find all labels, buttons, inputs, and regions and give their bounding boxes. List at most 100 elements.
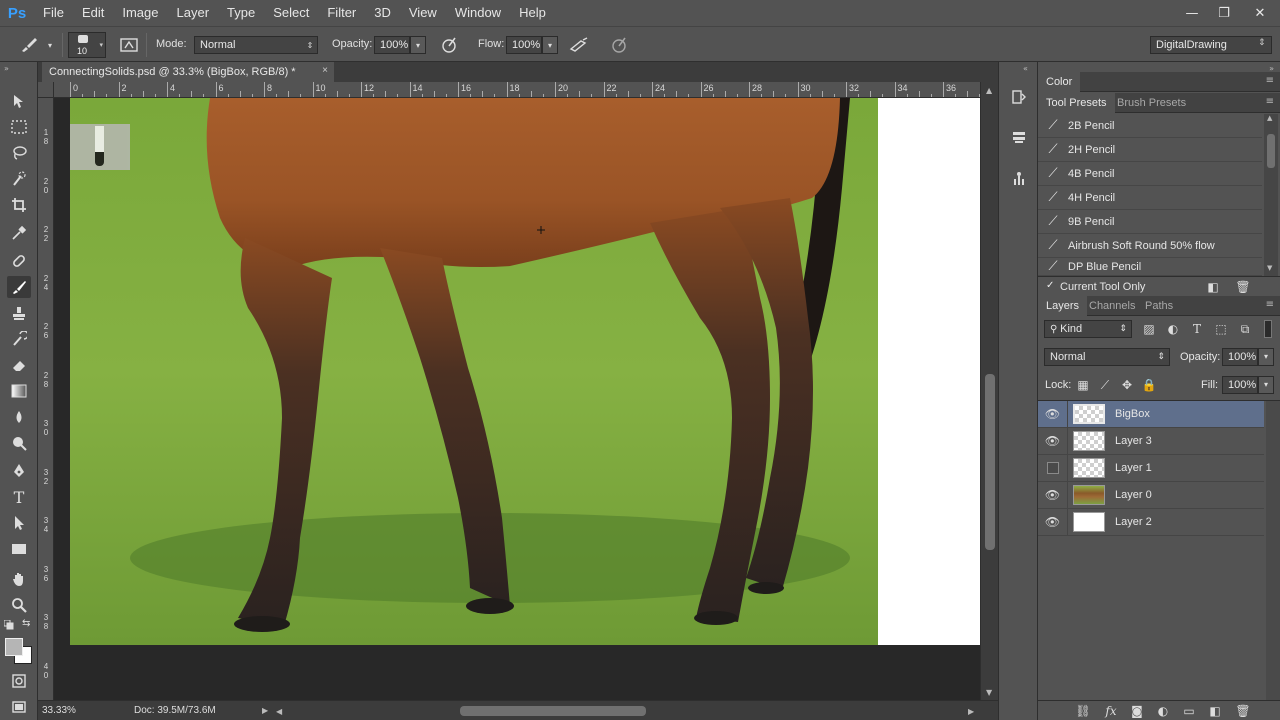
fill-input[interactable]: 100%: [1222, 376, 1258, 394]
restore-button[interactable]: ❐: [1208, 0, 1240, 26]
menu-help[interactable]: Help: [510, 0, 555, 26]
menu-type[interactable]: Type: [218, 0, 264, 26]
layer-opacity-dropdown[interactable]: ▾: [1258, 348, 1274, 366]
lock-pixels-icon[interactable]: ⟋: [1096, 376, 1114, 394]
filter-toggle[interactable]: [1264, 320, 1272, 338]
list-item[interactable]: ⟋ 9B Pencil: [1038, 210, 1262, 234]
lasso-tool-icon[interactable]: [7, 142, 31, 164]
path-selection-tool-icon[interactable]: [7, 512, 31, 534]
clone-stamp-tool-icon[interactable]: [7, 302, 31, 324]
opacity-input[interactable]: 100%: [374, 36, 410, 54]
pressure-size-icon[interactable]: [608, 35, 630, 55]
eye-icon[interactable]: 👁: [1038, 400, 1068, 428]
menu-window[interactable]: Window: [446, 0, 510, 26]
document-tab[interactable]: ConnectingSolids.psd @ 33.3% (BigBox, RG…: [42, 62, 334, 82]
toolbar-collapse-icon[interactable]: »: [4, 64, 9, 73]
tab-layers[interactable]: Layers: [1038, 296, 1088, 316]
eye-icon[interactable]: 👁: [1038, 427, 1068, 455]
fill-dropdown[interactable]: ▾: [1258, 376, 1274, 394]
layer-name[interactable]: Layer 0: [1115, 489, 1152, 501]
menu-3d[interactable]: 3D: [365, 0, 400, 26]
filter-type-icon[interactable]: T: [1188, 320, 1206, 338]
eye-icon[interactable]: 👁: [1038, 508, 1068, 536]
mode-select-arrow[interactable]: ⇕: [302, 36, 318, 54]
tab-channels[interactable]: Channels: [1081, 296, 1143, 316]
healing-brush-tool-icon[interactable]: [7, 250, 31, 272]
history-brush-tool-icon[interactable]: [7, 328, 31, 350]
flow-input[interactable]: 100%: [506, 36, 542, 54]
layers-scroll-track[interactable]: [1266, 401, 1280, 701]
workspace-select[interactable]: DigitalDrawing: [1150, 36, 1272, 54]
flow-dropdown[interactable]: ▾: [542, 36, 558, 54]
layer-row[interactable]: 👁 Layer 2: [1038, 508, 1264, 536]
panel-menu-icon[interactable]: ≡: [1266, 96, 1274, 107]
filter-pixel-icon[interactable]: ▨: [1140, 320, 1158, 338]
marquee-tool-icon[interactable]: [7, 116, 31, 138]
lock-position-icon[interactable]: ✥: [1118, 376, 1136, 394]
delete-preset-icon[interactable]: 🗑: [1234, 278, 1252, 296]
presets-scrollbar[interactable]: ▲ ▼: [1264, 114, 1278, 276]
horizontal-scroll-thumb[interactable]: [460, 706, 646, 716]
vertical-ruler[interactable]: 1 8 2 0 2 2 2 4 2 6 2 8 3 0 3 2 3 4 3 6 3 8 4 0: [38, 98, 54, 700]
dock-collapse-icon[interactable]: «: [1023, 64, 1028, 73]
brush-tool-icon[interactable]: [7, 276, 31, 298]
layer-name[interactable]: Layer 1: [1115, 462, 1152, 474]
layer-kind-filter[interactable]: ⚲ Kind ⇕: [1044, 320, 1132, 338]
panel-menu-icon[interactable]: ≡: [1266, 299, 1274, 310]
crop-tool-icon[interactable]: [7, 194, 31, 216]
gradient-tool-icon[interactable]: [7, 380, 31, 402]
default-colors-icon[interactable]: [3, 619, 14, 630]
menu-file[interactable]: File: [34, 0, 73, 26]
adjustment-layer-icon[interactable]: ◐: [1154, 702, 1172, 720]
menu-filter[interactable]: Filter: [318, 0, 365, 26]
layer-name[interactable]: Layer 3: [1115, 435, 1152, 447]
menu-image[interactable]: Image: [113, 0, 167, 26]
list-item[interactable]: ⟋ 2B Pencil: [1038, 114, 1262, 138]
brush-panel-toggle-icon[interactable]: [118, 35, 140, 55]
scroll-down-icon[interactable]: ▼: [986, 688, 992, 697]
list-item[interactable]: ⟋ Airbrush Soft Round 50% flow: [1038, 234, 1262, 258]
minimize-button[interactable]: —: [1176, 0, 1208, 26]
scroll-up-icon[interactable]: ▲: [986, 86, 992, 95]
presets-scroll-thumb[interactable]: [1267, 134, 1275, 168]
new-group-icon[interactable]: ▭: [1180, 702, 1198, 720]
mode-select[interactable]: Normal: [194, 36, 318, 54]
menu-select[interactable]: Select: [264, 0, 318, 26]
opacity-dropdown[interactable]: ▾: [410, 36, 426, 54]
close-button[interactable]: ✕: [1240, 0, 1280, 26]
tab-tool-presets[interactable]: Tool Presets: [1038, 93, 1115, 113]
close-document-icon[interactable]: ×: [322, 65, 328, 76]
hidden-visibility-box[interactable]: [1038, 454, 1068, 482]
horizontal-ruler[interactable]: 0 2 4 6 8 10 12 14 16 18 20 22 24 26 28 30 32 34 36: [54, 82, 980, 98]
tab-paths[interactable]: Paths: [1137, 296, 1181, 316]
layer-row[interactable]: 👁 BigBox: [1038, 400, 1264, 428]
link-layers-icon[interactable]: ⛓: [1074, 702, 1092, 720]
lock-transparency-icon[interactable]: ▦: [1074, 376, 1092, 394]
layer-row[interactable]: 👁 Layer 3: [1038, 427, 1264, 455]
zoom-tool-icon[interactable]: [7, 594, 31, 616]
new-layer-icon[interactable]: ◧: [1206, 702, 1224, 720]
pressure-opacity-icon[interactable]: [438, 35, 460, 55]
new-preset-icon[interactable]: ◧: [1204, 278, 1222, 296]
tab-color[interactable]: Color: [1038, 72, 1081, 92]
blend-mode-select[interactable]: Normal ⇕: [1044, 348, 1170, 366]
airbrush-icon[interactable]: [568, 35, 590, 55]
add-mask-icon[interactable]: ◙: [1128, 702, 1146, 720]
tool-preset-dropdown[interactable]: ▾: [44, 36, 56, 54]
filter-smart-object-icon[interactable]: ⧉: [1236, 320, 1254, 338]
status-menu-icon[interactable]: ▶: [262, 706, 268, 715]
list-item[interactable]: ⟋ 4H Pencil: [1038, 186, 1262, 210]
brush-settings-panel-icon[interactable]: [1008, 168, 1030, 190]
eye-icon[interactable]: 👁: [1038, 481, 1068, 509]
layer-opacity-input[interactable]: 100%: [1222, 348, 1258, 366]
layer-row[interactable]: Layer 1: [1038, 454, 1264, 482]
layer-name[interactable]: BigBox: [1115, 408, 1150, 420]
pen-tool-icon[interactable]: [7, 460, 31, 482]
quick-selection-tool-icon[interactable]: [7, 168, 31, 190]
lock-all-icon[interactable]: 🔒: [1140, 376, 1158, 394]
tab-brush-presets[interactable]: Brush Presets: [1109, 93, 1194, 113]
delete-layer-icon[interactable]: 🗑: [1234, 702, 1252, 720]
menu-edit[interactable]: Edit: [73, 0, 113, 26]
list-item[interactable]: ⟋ 4B Pencil: [1038, 162, 1262, 186]
menu-layer[interactable]: Layer: [168, 0, 219, 26]
